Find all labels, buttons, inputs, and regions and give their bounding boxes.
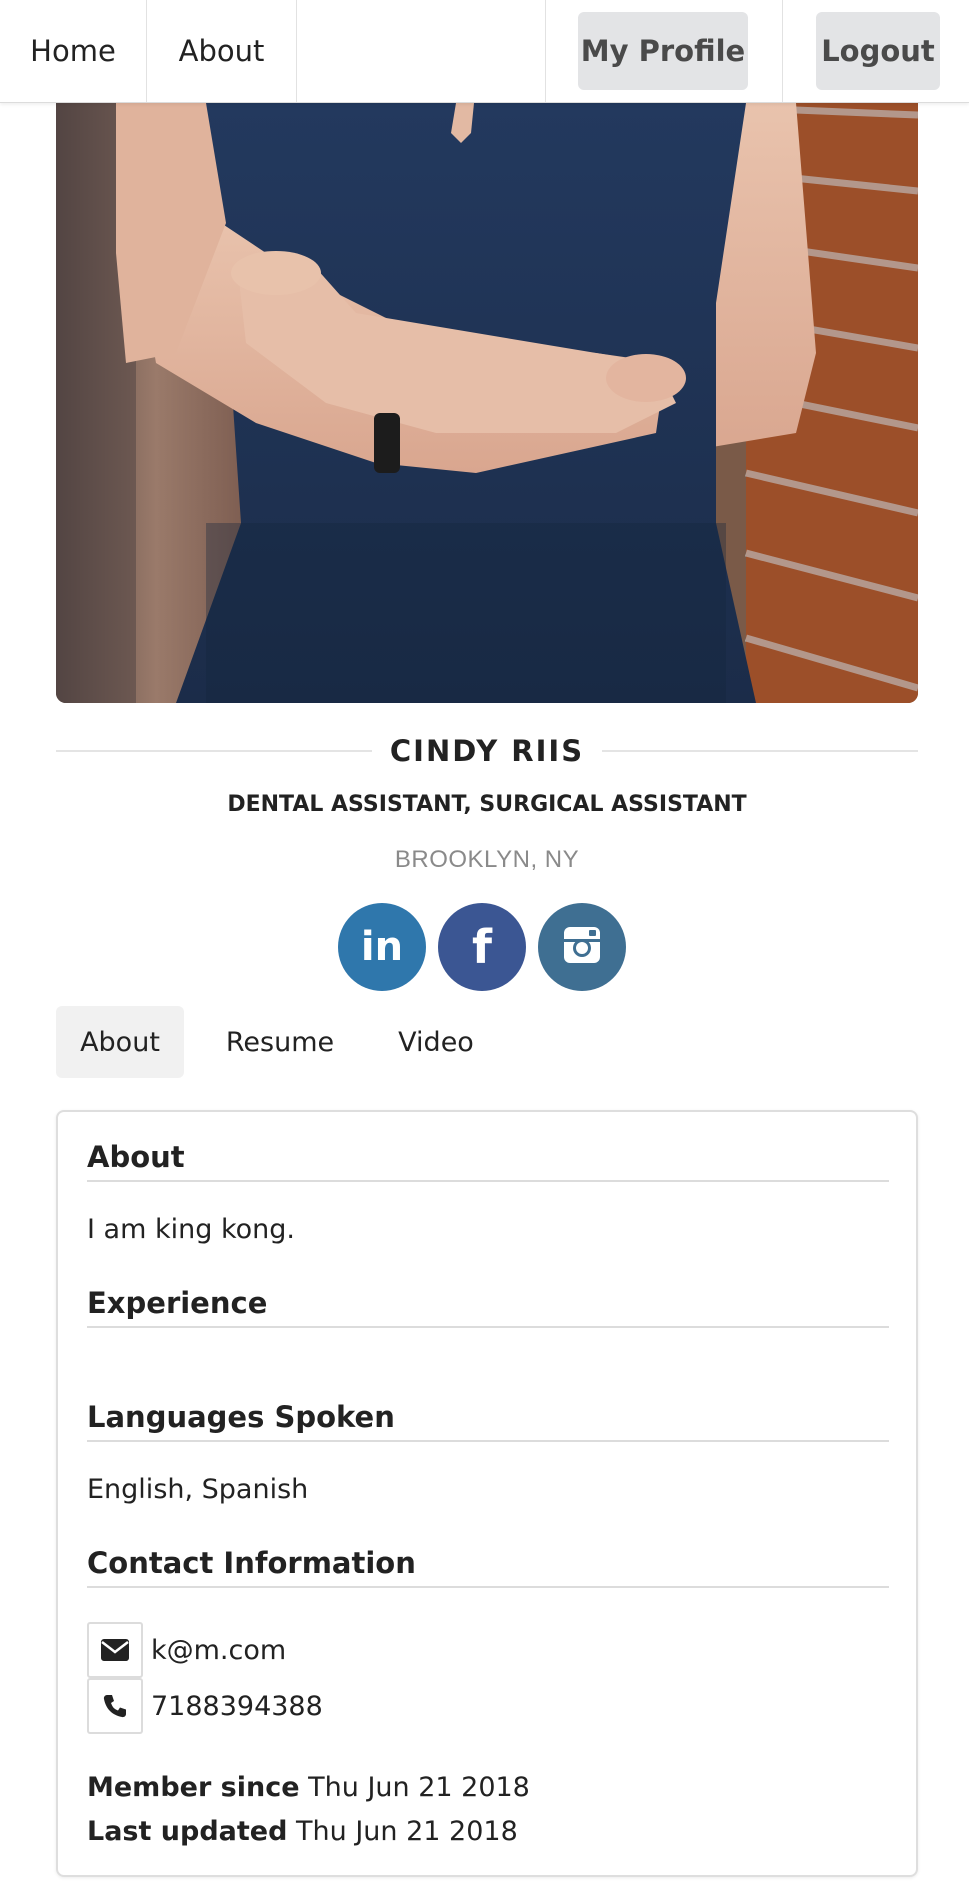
phone-icon [87,1678,143,1734]
last-updated: Last updated Thu Jun 21 2018 [87,1816,518,1847]
nav-divider [545,0,546,102]
languages-heading: Languages Spoken [87,1400,889,1442]
nav-divider [782,0,783,102]
experience-heading: Experience [87,1286,889,1328]
nav-about-link[interactable]: About [147,0,297,102]
top-navbar: Home About My Profile Logout [0,0,969,103]
about-heading: About [87,1140,889,1182]
profile-profession: DENTAL ASSISTANT, SURGICAL ASSISTANT [227,792,747,817]
contact-phone-row: 7188394388 [87,1678,323,1734]
tab-video[interactable]: Video [380,1006,492,1078]
about-text: I am king kong. [87,1214,295,1245]
member-since-value: Thu Jun 21 2018 [308,1772,530,1803]
tab-about[interactable]: About [56,1006,184,1078]
contact-phone[interactable]: 7188394388 [151,1691,323,1722]
contact-email[interactable]: k@m.com [151,1635,286,1666]
tab-resume[interactable]: Resume [212,1006,348,1078]
logout-button[interactable]: Logout [816,12,940,90]
my-profile-button[interactable]: My Profile [578,12,748,90]
member-since: Member since Thu Jun 21 2018 [87,1772,530,1803]
facebook-button[interactable]: f [438,903,526,991]
instagram-icon [562,925,602,969]
profile-name: CINDY RIIS [389,734,585,768]
last-updated-label: Last updated [87,1816,288,1847]
divider [56,750,372,752]
facebook-icon: f [471,920,492,974]
instagram-button[interactable] [538,903,626,991]
contact-heading: Contact Information [87,1546,889,1588]
linkedin-icon: in [360,924,404,970]
profile-photo [56,103,918,703]
nav-home-link[interactable]: Home [0,0,147,102]
envelope-icon [87,1622,143,1678]
contact-email-row: k@m.com [87,1622,286,1678]
name-header: CINDY RIIS [56,728,918,774]
last-updated-value: Thu Jun 21 2018 [296,1816,518,1847]
member-since-label: Member since [87,1772,300,1803]
profile-location: BROOKLYN, NY [394,846,580,873]
languages-text: English, Spanish [87,1474,309,1505]
linkedin-button[interactable]: in [338,903,426,991]
about-card: About I am king kong. Experience Languag… [56,1110,918,1877]
divider [602,750,918,752]
